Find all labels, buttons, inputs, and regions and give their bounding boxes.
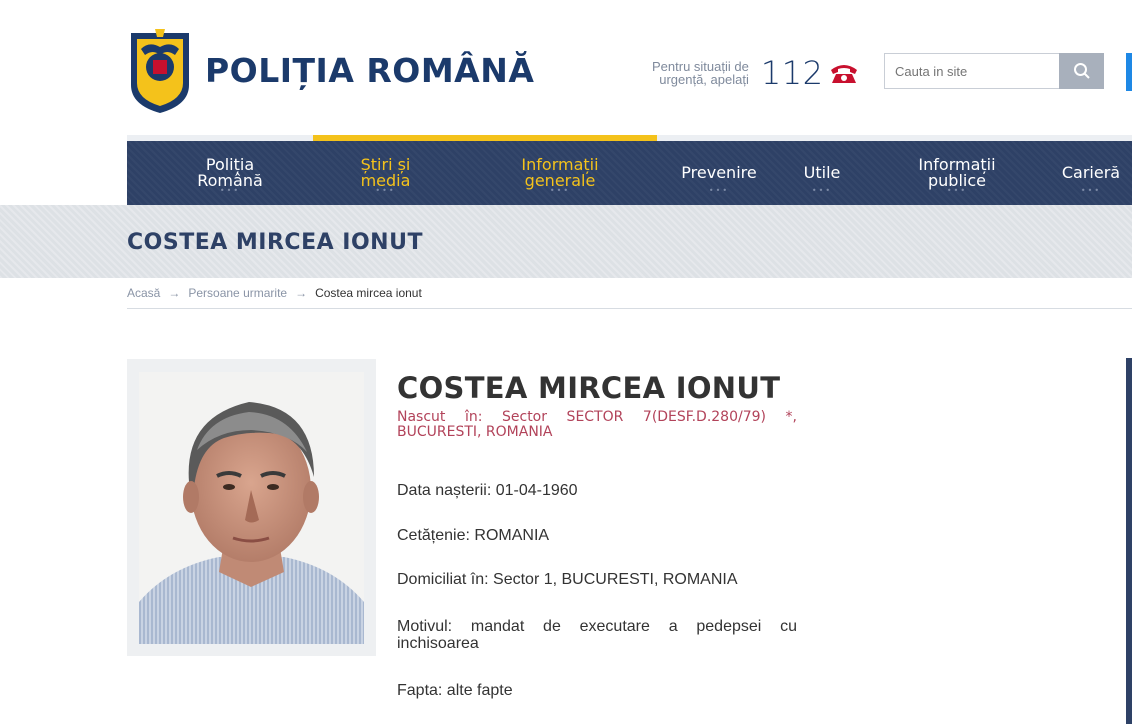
breadcrumb-wanted-persons[interactable]: Persoane urmarite xyxy=(188,286,287,300)
nav-dots: ••• xyxy=(549,186,571,195)
birth-date: Data nașterii: 01-04-1960 xyxy=(397,482,578,499)
search-icon xyxy=(1073,63,1090,79)
side-accent-bar xyxy=(1126,53,1132,91)
domicile: Domiciliat în: Sector 1, BUCURESTI, ROMA… xyxy=(397,571,738,588)
search-button[interactable] xyxy=(1059,53,1104,89)
emergency-text-line2: urgență, apelați xyxy=(659,72,749,87)
person-photo xyxy=(139,372,364,644)
nav-label: Prevenire xyxy=(681,163,757,182)
sidebar-edge xyxy=(1126,358,1132,724)
logo-text: POLIȚIA ROMÂNĂ xyxy=(205,51,535,90)
breadcrumb-divider xyxy=(127,308,1132,309)
site-logo[interactable]: POLIȚIA ROMÂNĂ xyxy=(127,27,534,114)
nav-dots: ••• xyxy=(1080,186,1102,195)
breadcrumb-separator: → xyxy=(295,286,308,300)
nav-label: Carieră xyxy=(1061,163,1121,182)
nav-dots: ••• xyxy=(375,186,396,195)
emergency-number[interactable]: 112 xyxy=(761,54,824,92)
nav-label: Utile xyxy=(803,163,841,182)
main-nav: Poliția Română ••• Știri și media ••• In… xyxy=(127,141,1132,205)
emergency-call: Pentru situații de urgență, apelați 112 xyxy=(652,54,859,92)
nav-item-prevenire[interactable]: Prevenire ••• xyxy=(667,141,771,205)
nav-dots: ••• xyxy=(811,186,833,195)
police-crest-icon xyxy=(131,29,189,113)
breadcrumb-home[interactable]: Acasă xyxy=(127,286,160,300)
breadcrumb-separator: → xyxy=(168,286,181,300)
nav-item-cariera[interactable]: Carieră ••• xyxy=(1041,141,1132,205)
reason: Motivul: mandat de executare a pedepsei … xyxy=(397,618,797,652)
nav-item-utile[interactable]: Utile ••• xyxy=(789,141,855,205)
person-photo-card xyxy=(127,359,376,656)
nav-dots: ••• xyxy=(219,186,241,195)
search-input[interactable] xyxy=(884,53,1059,89)
page-title: COSTEA MIRCEA IONUT xyxy=(127,230,423,255)
phone-icon xyxy=(831,65,858,83)
deed: Fapta: alte fapte xyxy=(397,682,513,699)
breadcrumb-current: Costea mircea ionut xyxy=(315,286,422,300)
birth-place: Nascut în: Sector SECTOR 7(DESF.D.280/79… xyxy=(397,409,797,440)
emergency-text: Pentru situații de urgență, apelați xyxy=(652,60,749,86)
citizenship: Cetățenie: ROMANIA xyxy=(397,527,550,544)
nav-item-politia-romana[interactable]: Poliția Română ••• xyxy=(175,141,285,205)
nav-item-informatii-generale[interactable]: Informații generale ••• xyxy=(497,141,623,205)
site-search xyxy=(884,53,1104,89)
nav-item-stiri-media[interactable]: Știri și media ••• xyxy=(313,141,458,205)
person-name: COSTEA MIRCEA IONUT xyxy=(397,371,781,405)
site-header: POLIȚIA ROMÂNĂ Pentru situații de urgenț… xyxy=(0,0,1132,136)
nav-dots: ••• xyxy=(708,186,730,195)
breadcrumb: Acasă → Persoane urmarite → Costea mirce… xyxy=(127,286,422,300)
nav-dots: ••• xyxy=(946,186,968,195)
nav-item-informatii-publice[interactable]: Informații publice ••• xyxy=(897,141,1017,205)
